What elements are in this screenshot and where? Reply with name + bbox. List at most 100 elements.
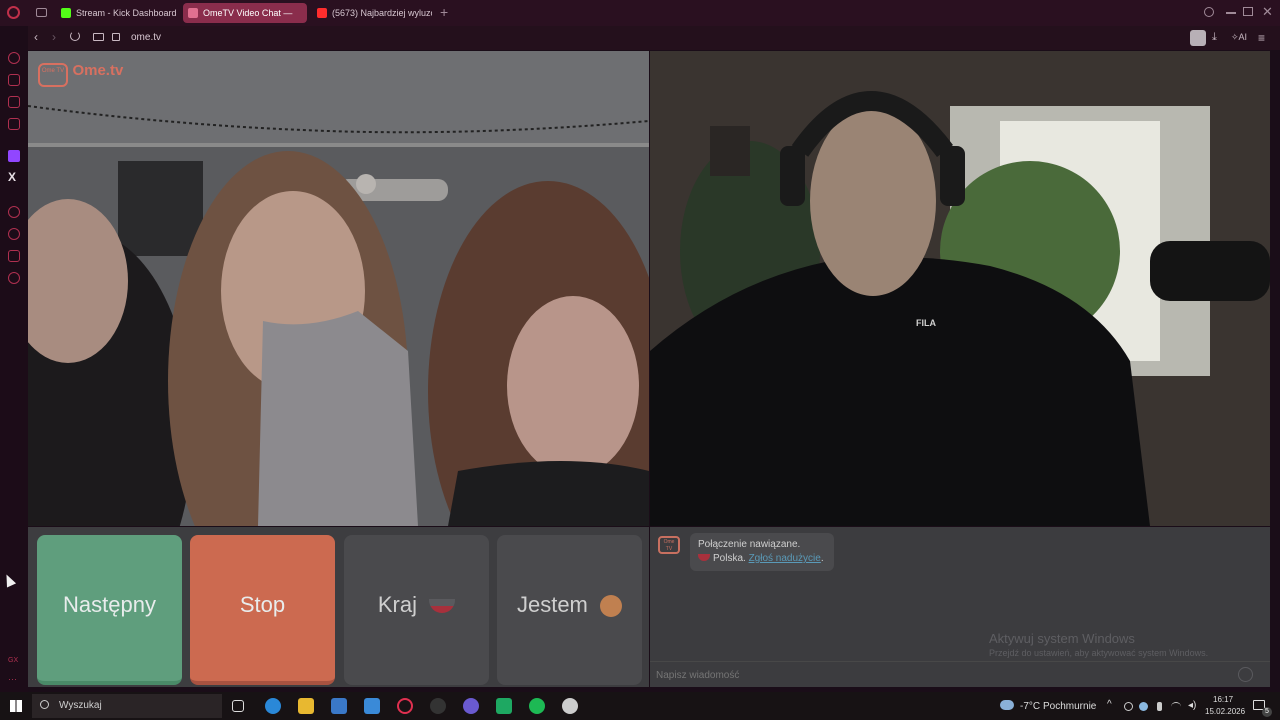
spotify-icon[interactable] bbox=[529, 698, 545, 714]
tab-ometv[interactable]: OmeTV Video Chat — bbox=[183, 3, 307, 23]
messenger-icon[interactable] bbox=[8, 96, 20, 108]
search-placeholder: Wyszukaj bbox=[59, 700, 102, 711]
chat-panel: Ome TV Połączenie nawiązane. Polska. Zgł… bbox=[650, 527, 1270, 687]
news-icon[interactable] bbox=[8, 118, 20, 130]
tray-app-icon[interactable] bbox=[1124, 702, 1133, 711]
browser-sidebar: X GX ··· bbox=[0, 26, 28, 692]
discord-icon[interactable] bbox=[463, 698, 479, 714]
message-input[interactable] bbox=[656, 666, 1216, 684]
tray-chevron-icon[interactable]: ^ bbox=[1107, 699, 1112, 710]
x-icon[interactable]: X bbox=[8, 170, 16, 184]
settings-icon[interactable] bbox=[8, 272, 20, 284]
chat-ometv-badge: Ome TV bbox=[658, 536, 680, 554]
lock-icon bbox=[112, 33, 120, 41]
kick-taskbar-icon[interactable] bbox=[496, 698, 512, 714]
extensions-icon[interactable] bbox=[8, 250, 20, 262]
tray-network-icon[interactable] bbox=[1139, 702, 1148, 711]
watermark-sub: Przejdź do ustawień, aby aktywować syste… bbox=[989, 648, 1209, 658]
next-label: Następny bbox=[63, 592, 156, 617]
boy-emoji-icon bbox=[600, 595, 623, 618]
tray-mic-icon[interactable] bbox=[1157, 702, 1162, 711]
watermark-title: Aktywuj system Windows bbox=[989, 631, 1135, 646]
chat-controls: Następny Stop Kraj Jestem bbox=[28, 527, 649, 687]
forward-icon[interactable]: › bbox=[52, 30, 56, 44]
weather-desc[interactable]: Pochmurnie bbox=[1043, 701, 1096, 712]
ometv-logo: Ome TV Ome.tv bbox=[38, 59, 123, 87]
country-line: Polska. Zgłoś nadużycie. bbox=[698, 553, 826, 564]
url-text[interactable]: ome.tv bbox=[131, 32, 161, 43]
country-label: Kraj bbox=[377, 592, 417, 617]
volume-icon[interactable]: ◂) bbox=[1188, 700, 1196, 711]
country-name: Polska. bbox=[713, 553, 746, 564]
camera-icon[interactable] bbox=[93, 33, 104, 41]
weather-temp[interactable]: -7°C bbox=[1020, 701, 1040, 712]
close-icon[interactable]: ✕ bbox=[1262, 4, 1273, 20]
stop-button[interactable]: Stop bbox=[190, 535, 335, 685]
new-tab-icon[interactable]: + bbox=[440, 4, 448, 20]
task-view-icon[interactable] bbox=[232, 700, 244, 712]
clock-date[interactable]: 15.02.2026 bbox=[1205, 707, 1245, 716]
file-explorer-icon[interactable] bbox=[298, 698, 314, 714]
ai-button[interactable]: ✧AI bbox=[1231, 32, 1247, 43]
history-icon[interactable] bbox=[8, 228, 20, 240]
tab-overview-icon[interactable] bbox=[36, 8, 47, 17]
download-icon[interactable]: ⤓ bbox=[1212, 31, 1217, 44]
address-bar: ‹ › ome.tv ⤓ ✧AI ≡ bbox=[28, 26, 1280, 50]
ometv-logo-badge: Ome TV bbox=[38, 63, 68, 87]
twitch-icon[interactable] bbox=[8, 150, 20, 162]
report-abuse-link[interactable]: Zgłoś nadużycie bbox=[749, 553, 821, 564]
weather-icon[interactable] bbox=[1000, 700, 1014, 710]
clock-time[interactable]: 16:17 bbox=[1213, 695, 1233, 704]
gx-label[interactable]: GX bbox=[8, 657, 18, 664]
ai-label: AI bbox=[1238, 32, 1248, 42]
back-icon[interactable]: ‹ bbox=[34, 30, 38, 44]
maximize-icon[interactable] bbox=[1243, 7, 1253, 16]
message-input-row bbox=[650, 661, 1270, 687]
kick-icon bbox=[61, 8, 71, 18]
store-icon[interactable] bbox=[364, 698, 380, 714]
report-abuse-dot: . bbox=[820, 553, 824, 564]
edge-icon[interactable] bbox=[265, 698, 281, 714]
windows-activation-watermark: Aktywuj system Windows Przejdź do ustawi… bbox=[989, 631, 1208, 658]
speed-dial-icon[interactable] bbox=[8, 52, 20, 64]
notification-count: 5 bbox=[1262, 707, 1272, 717]
windows-start-icon[interactable] bbox=[10, 700, 22, 712]
shopping-icon[interactable] bbox=[8, 74, 20, 86]
profile-avatar[interactable] bbox=[1190, 30, 1206, 46]
tray-wifi-icon[interactable] bbox=[1171, 702, 1181, 711]
emoji-icon[interactable] bbox=[1238, 667, 1253, 682]
menu-icon[interactable]: ≡ bbox=[1258, 31, 1265, 45]
tab-kick[interactable]: Stream - Kick Dashboard bbox=[56, 3, 176, 23]
stop-label: Stop bbox=[239, 592, 286, 617]
tab-youtube[interactable]: (5673) Najbardziej wyluzo bbox=[312, 3, 432, 23]
minimize-icon[interactable] bbox=[1226, 12, 1236, 14]
obs-icon[interactable] bbox=[562, 698, 578, 714]
next-button[interactable]: Następny bbox=[37, 535, 182, 685]
remote-video-frame bbox=[650, 51, 1270, 526]
tab-label: Stream - Kick Dashboard bbox=[76, 8, 176, 18]
local-video-frame bbox=[28, 51, 649, 526]
more-icon[interactable]: ··· bbox=[8, 674, 17, 684]
search-tabs-icon[interactable] bbox=[1204, 7, 1214, 17]
app-icon[interactable] bbox=[430, 698, 446, 714]
tab-bar: Stream - Kick Dashboard OmeTV Video Chat… bbox=[0, 0, 1280, 26]
search-icon bbox=[40, 700, 49, 709]
poland-flag-icon bbox=[429, 599, 456, 614]
tray-icons bbox=[1124, 702, 1184, 712]
country-button[interactable]: Kraj bbox=[344, 535, 489, 685]
opera-gx-taskbar-icon[interactable] bbox=[397, 698, 413, 714]
tab-label: OmeTV Video Chat — bbox=[203, 8, 293, 18]
opera-logo-icon[interactable] bbox=[7, 6, 20, 19]
remote-video: FILA bbox=[650, 51, 1270, 526]
mail-icon[interactable] bbox=[331, 698, 347, 714]
player-icon[interactable] bbox=[8, 206, 20, 218]
tab-label: (5673) Najbardziej wyluzo bbox=[332, 8, 432, 18]
ometv-tab-icon bbox=[188, 8, 198, 18]
system-message: Połączenie nawiązane. Polska. Zgłoś nadu… bbox=[690, 533, 834, 571]
poland-flag-small-icon bbox=[698, 554, 710, 561]
taskbar-search[interactable]: Wyszukaj bbox=[32, 694, 222, 718]
reload-icon[interactable] bbox=[70, 31, 80, 41]
connection-status: Połączenie nawiązane. bbox=[698, 539, 801, 550]
ometv-logo-text: Ome.tv bbox=[72, 62, 124, 79]
gender-button[interactable]: Jestem bbox=[497, 535, 642, 685]
